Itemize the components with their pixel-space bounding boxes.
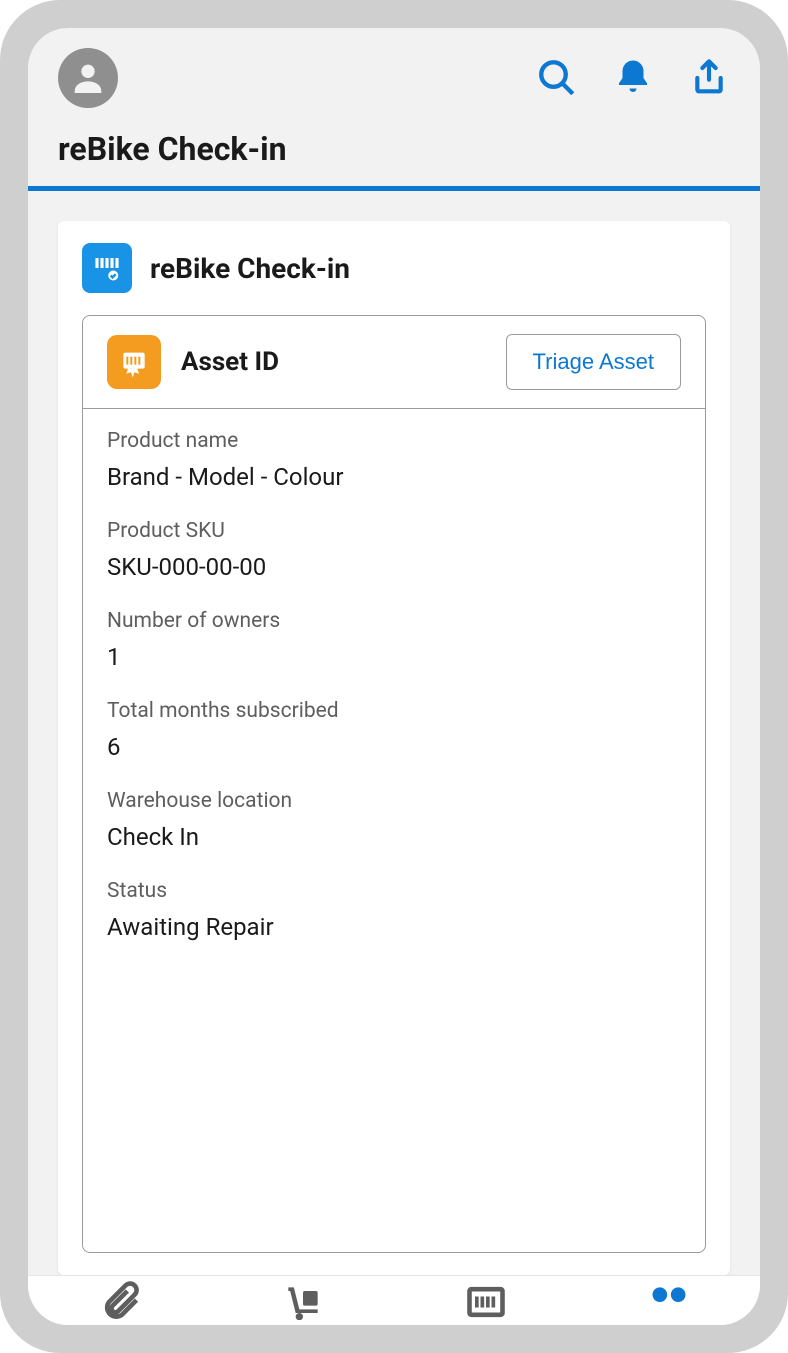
barcode-check-icon (92, 253, 122, 283)
field-value: SKU-000-00-00 (107, 553, 681, 581)
triage-button[interactable]: Triage Asset (506, 334, 681, 390)
field-value: Awaiting Repair (107, 913, 681, 941)
share-button[interactable] (688, 57, 730, 99)
person-icon (68, 58, 108, 98)
profile-avatar[interactable] (58, 48, 118, 108)
paperclip-icon (98, 1280, 142, 1320)
asset-fields: Product name Brand - Model - Colour Prod… (83, 409, 705, 951)
notifications-button[interactable] (612, 57, 654, 99)
field-label: Warehouse location (107, 789, 681, 813)
field-label: Status (107, 879, 681, 903)
barcode-nav-icon (464, 1280, 508, 1320)
field-label: Number of owners (107, 609, 681, 633)
bell-icon (612, 57, 654, 99)
barcode-icon (118, 346, 150, 378)
search-button[interactable] (536, 57, 578, 99)
asset-panel: Asset ID Triage Asset Product name Brand… (82, 315, 706, 1253)
card-header: reBike Check-in (82, 243, 706, 293)
card-badge (82, 243, 132, 293)
field-label: Product name (107, 429, 681, 453)
field-value: 6 (107, 733, 681, 761)
field-months: Total months subscribed 6 (107, 699, 681, 761)
screen: reBike Check-in (28, 28, 760, 1325)
content-area: reBike Check-in (28, 191, 760, 1275)
field-owners: Number of owners 1 (107, 609, 681, 671)
top-actions (536, 57, 730, 99)
field-label: Total months subscribed (107, 699, 681, 723)
asset-header-left: Asset ID (107, 335, 279, 389)
asset-badge (107, 335, 161, 389)
field-value: 1 (107, 643, 681, 671)
nav-item-3[interactable] (462, 1280, 510, 1320)
top-bar (28, 28, 760, 118)
bottom-nav (28, 1275, 760, 1325)
nav-item-4[interactable] (645, 1280, 693, 1320)
active-nav-icon (647, 1280, 691, 1320)
asset-header: Asset ID Triage Asset (83, 316, 705, 409)
field-product-name: Product name Brand - Model - Colour (107, 429, 681, 491)
field-status: Status Awaiting Repair (107, 879, 681, 941)
page-title: reBike Check-in (28, 118, 760, 186)
dolly-icon (281, 1280, 325, 1320)
field-warehouse: Warehouse location Check In (107, 789, 681, 851)
field-value: Check In (107, 823, 681, 851)
field-label: Product SKU (107, 519, 681, 543)
device-frame: reBike Check-in (0, 0, 788, 1353)
nav-item-2[interactable] (279, 1280, 327, 1320)
field-value: Brand - Model - Colour (107, 463, 681, 491)
nav-item-1[interactable] (96, 1280, 144, 1320)
field-product-sku: Product SKU SKU-000-00-00 (107, 519, 681, 581)
asset-title: Asset ID (181, 347, 279, 377)
card-title: reBike Check-in (150, 252, 350, 285)
search-icon (536, 57, 578, 99)
share-icon (689, 58, 729, 98)
checkin-card: reBike Check-in (58, 221, 730, 1275)
